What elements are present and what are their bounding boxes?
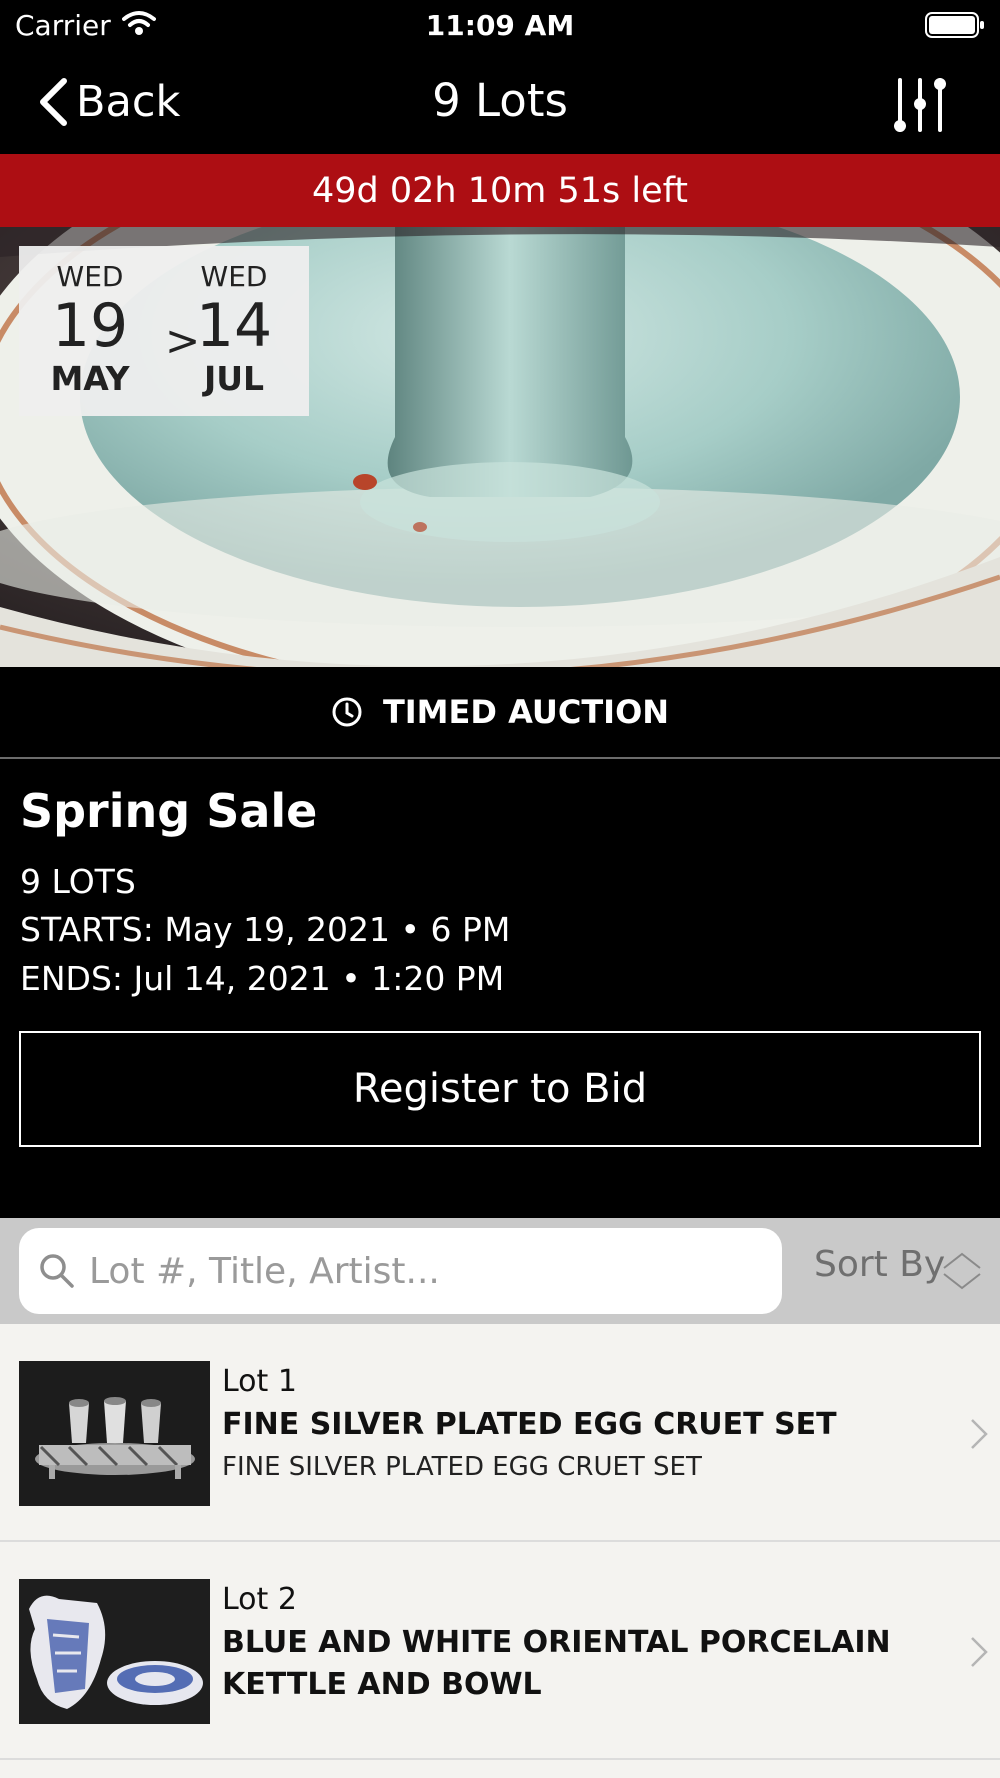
- start-day: 19: [51, 291, 129, 361]
- search-field-container[interactable]: [19, 1228, 782, 1314]
- sale-title: Spring Sale: [20, 784, 318, 838]
- countdown-banner: 49d 02h 10m 51s left: [0, 154, 1000, 227]
- chevron-right-icon: [971, 1637, 988, 1667]
- status-time: 11:09 AM: [425, 9, 575, 42]
- battery-icon: [925, 12, 984, 38]
- sale-lot-count: 9 LOTS: [20, 862, 136, 901]
- lot-number: Lot 2: [222, 1582, 297, 1617]
- lot-row[interactable]: Lot 2 BLUE AND WHITE ORIENTAL PORCELAIN …: [0, 1542, 1000, 1760]
- search-icon: [40, 1254, 74, 1288]
- chevron-right-icon: [971, 1419, 988, 1449]
- end-day: 14: [195, 291, 273, 361]
- start-date: WED 19 MAY: [35, 246, 145, 398]
- end-date: WED 14 JUL: [179, 246, 289, 398]
- lot-number: Lot 1: [222, 1364, 297, 1399]
- sliders-icon[interactable]: [888, 74, 952, 136]
- auction-type-label: TIMED AUCTION: [382, 693, 670, 731]
- navigation-bar: Back 9 Lots: [0, 52, 1000, 154]
- countdown-text: 49d 02h 10m 51s left: [311, 170, 689, 211]
- auction-date-range-card: WED 19 MAY > WED 14 JUL: [19, 246, 309, 416]
- lot-thumbnail: [19, 1579, 210, 1724]
- clock-icon: [332, 697, 362, 727]
- start-month: MAY: [50, 359, 130, 398]
- lot-thumbnail: [19, 1361, 210, 1506]
- lot-subtitle: FINE SILVER PLATED EGG CRUET SET: [222, 1452, 702, 1482]
- auction-type-row: TIMED AUCTION: [0, 667, 1000, 759]
- sort-chevrons-icon[interactable]: [942, 1248, 982, 1294]
- status-bar: Carrier 11:09 AM: [0, 0, 1000, 52]
- search-bar: Sort By: [0, 1218, 1000, 1324]
- lot-list: Lot 1 FINE SILVER PLATED EGG CRUET SET F…: [0, 1324, 1000, 1778]
- lot-row[interactable]: Lot 1 FINE SILVER PLATED EGG CRUET SET F…: [0, 1324, 1000, 1542]
- page-title: 9 Lots: [432, 74, 568, 127]
- lot-title: FINE SILVER PLATED EGG CRUET SET: [222, 1407, 837, 1442]
- end-month: JUL: [203, 359, 265, 398]
- lot-title: BLUE AND WHITE ORIENTAL PORCELAIN KETTLE…: [222, 1625, 891, 1702]
- register-to-bid-button[interactable]: Register to Bid: [19, 1031, 981, 1147]
- start-weekday: WED: [56, 260, 124, 293]
- sort-by-button[interactable]: Sort By: [814, 1244, 945, 1285]
- search-input[interactable]: [89, 1250, 749, 1292]
- sale-end-time: ENDS: Jul 14, 2021 • 1:20 PM: [20, 959, 505, 998]
- sale-start-time: STARTS: May 19, 2021 • 6 PM: [20, 910, 511, 949]
- end-weekday: WED: [200, 260, 268, 293]
